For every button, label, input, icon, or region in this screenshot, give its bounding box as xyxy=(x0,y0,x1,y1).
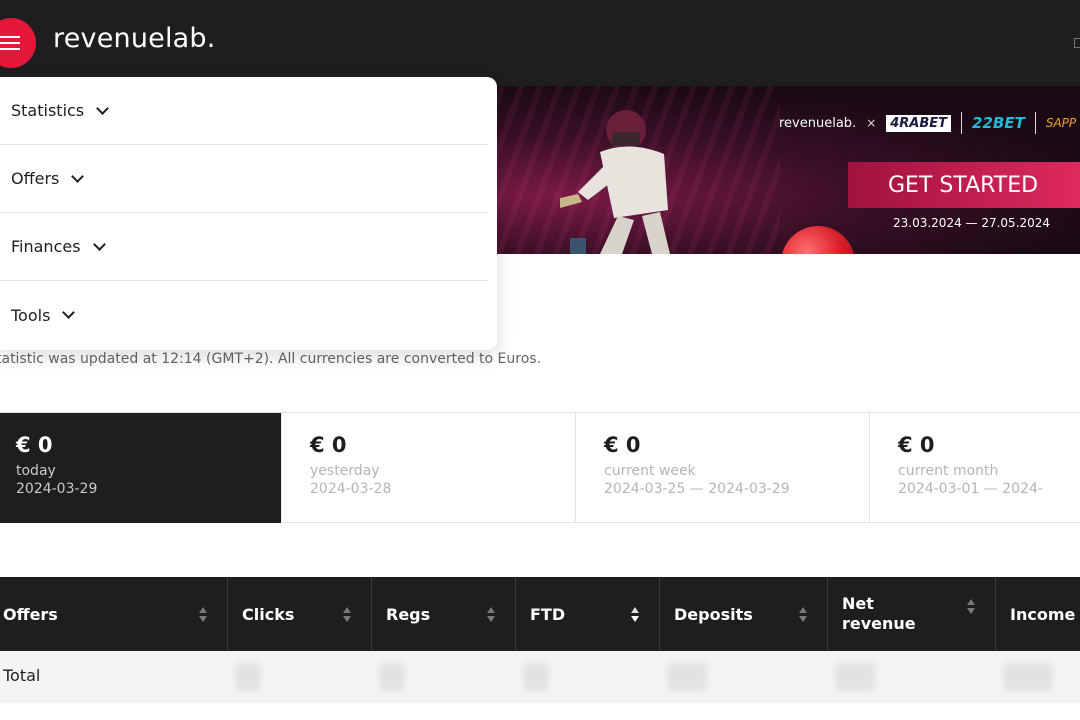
column-regs[interactable]: Regs xyxy=(372,577,516,651)
column-label: Deposits xyxy=(674,604,753,624)
blurred-value xyxy=(667,663,707,691)
blurred-value xyxy=(523,663,549,691)
logo-divider xyxy=(1034,112,1036,134)
menu-item-label: Statistics xyxy=(11,101,85,120)
blurred-value xyxy=(835,663,875,691)
menu-item-label: Offers xyxy=(11,169,60,188)
menu-item-statistics[interactable]: Statistics xyxy=(0,77,488,145)
menu-item-finances[interactable]: Finances xyxy=(0,213,488,281)
logo-divider xyxy=(961,112,963,134)
revenuelab-partner-logo: revenuelab. xyxy=(779,115,857,131)
chevron-down-icon xyxy=(71,169,85,183)
sort-desc-icon xyxy=(631,607,639,623)
column-ftd[interactable]: FTD xyxy=(516,577,660,651)
sort-icon xyxy=(967,599,975,615)
column-label: Regs xyxy=(386,604,431,624)
menu-icon-line xyxy=(0,36,20,38)
card-amount: € 0 xyxy=(604,433,641,457)
sort-icon xyxy=(343,607,351,623)
promo-dates: 23.03.2024 — 27.05.2024 xyxy=(893,216,1051,230)
blurred-value xyxy=(379,663,405,691)
card-current-month[interactable]: € 0 current month 2024-03-01 — 2024- xyxy=(870,413,1080,523)
column-income[interactable]: Income xyxy=(996,577,1080,651)
column-label: Net revenue xyxy=(842,594,916,633)
card-dates: 2024-03-28 xyxy=(310,481,392,497)
menu-item-tools[interactable]: Tools xyxy=(0,281,488,349)
summary-cards: € 0 today 2024-03-29 € 0 yesterday 2024-… xyxy=(0,412,1080,523)
card-yesterday[interactable]: € 0 yesterday 2024-03-28 xyxy=(282,413,576,523)
table-total-row: Total xyxy=(0,651,1080,703)
chevron-down-icon xyxy=(62,306,76,319)
card-amount: € 0 xyxy=(310,433,347,457)
times-symbol: × xyxy=(866,116,877,130)
menu-item-offers[interactable]: Offers xyxy=(0,145,488,213)
column-deposits[interactable]: Deposits xyxy=(660,577,828,651)
header-edge-icon[interactable] xyxy=(1074,38,1080,48)
blurred-value xyxy=(1003,663,1053,691)
card-dates: 2024-03-29 xyxy=(16,481,98,497)
navigation-dropdown-menu: Statistics Offers Finances Tools xyxy=(0,77,497,350)
card-period: current month xyxy=(898,463,999,479)
4rabet-logo: 4RABET xyxy=(886,114,952,132)
column-label: Offers xyxy=(3,604,58,624)
card-period: current week xyxy=(604,463,696,479)
chevron-down-icon xyxy=(92,237,106,251)
column-label: Clicks xyxy=(242,604,295,624)
total-label: Total xyxy=(3,666,41,685)
card-current-week[interactable]: € 0 current week 2024-03-25 — 2024-03-29 xyxy=(576,413,870,523)
get-started-button[interactable]: GET STARTED xyxy=(848,162,1080,208)
top-header: revenuelab. xyxy=(0,0,1080,86)
sort-icon xyxy=(199,607,207,623)
22bet-logo: 22BET xyxy=(972,114,1025,132)
menu-icon-line xyxy=(0,42,20,44)
sapp-logo: SAPP xyxy=(1045,116,1077,130)
hamburger-menu-button[interactable] xyxy=(0,18,36,68)
menu-icon-line xyxy=(0,48,20,50)
card-dates: 2024-03-25 — 2024-03-29 xyxy=(604,481,790,497)
sort-icon xyxy=(799,607,807,623)
card-today[interactable]: € 0 today 2024-03-29 xyxy=(0,413,282,523)
card-amount: € 0 xyxy=(898,433,935,457)
card-dates: 2024-03-01 — 2024- xyxy=(898,481,1043,497)
partner-logos: revenuelab. × 4RABET 22BET SAPP xyxy=(779,111,1076,135)
menu-item-label: Tools xyxy=(11,305,51,325)
column-clicks[interactable]: Clicks xyxy=(228,577,372,651)
card-period: yesterday xyxy=(310,463,380,479)
column-label: Income xyxy=(1010,604,1076,624)
sort-icon xyxy=(487,607,495,623)
column-offers[interactable]: Offers xyxy=(0,577,228,651)
card-period: today xyxy=(16,463,56,479)
cricket-ball-image xyxy=(781,226,855,254)
blurred-value xyxy=(235,663,261,691)
cricket-player-image xyxy=(560,110,670,254)
chevron-down-icon xyxy=(96,101,110,115)
statistics-table-header: Offers Clicks Regs FTD Deposits Net reve… xyxy=(0,577,1080,651)
menu-item-label: Finances xyxy=(11,237,81,256)
card-amount: € 0 xyxy=(16,433,53,457)
column-net-revenue[interactable]: Net revenue xyxy=(828,577,996,651)
column-label: FTD xyxy=(530,604,566,624)
revenuelab-logo[interactable]: revenuelab. xyxy=(53,23,216,54)
statistics-update-note: tatistic was updated at 12:14 (GMT+2). A… xyxy=(0,351,542,367)
